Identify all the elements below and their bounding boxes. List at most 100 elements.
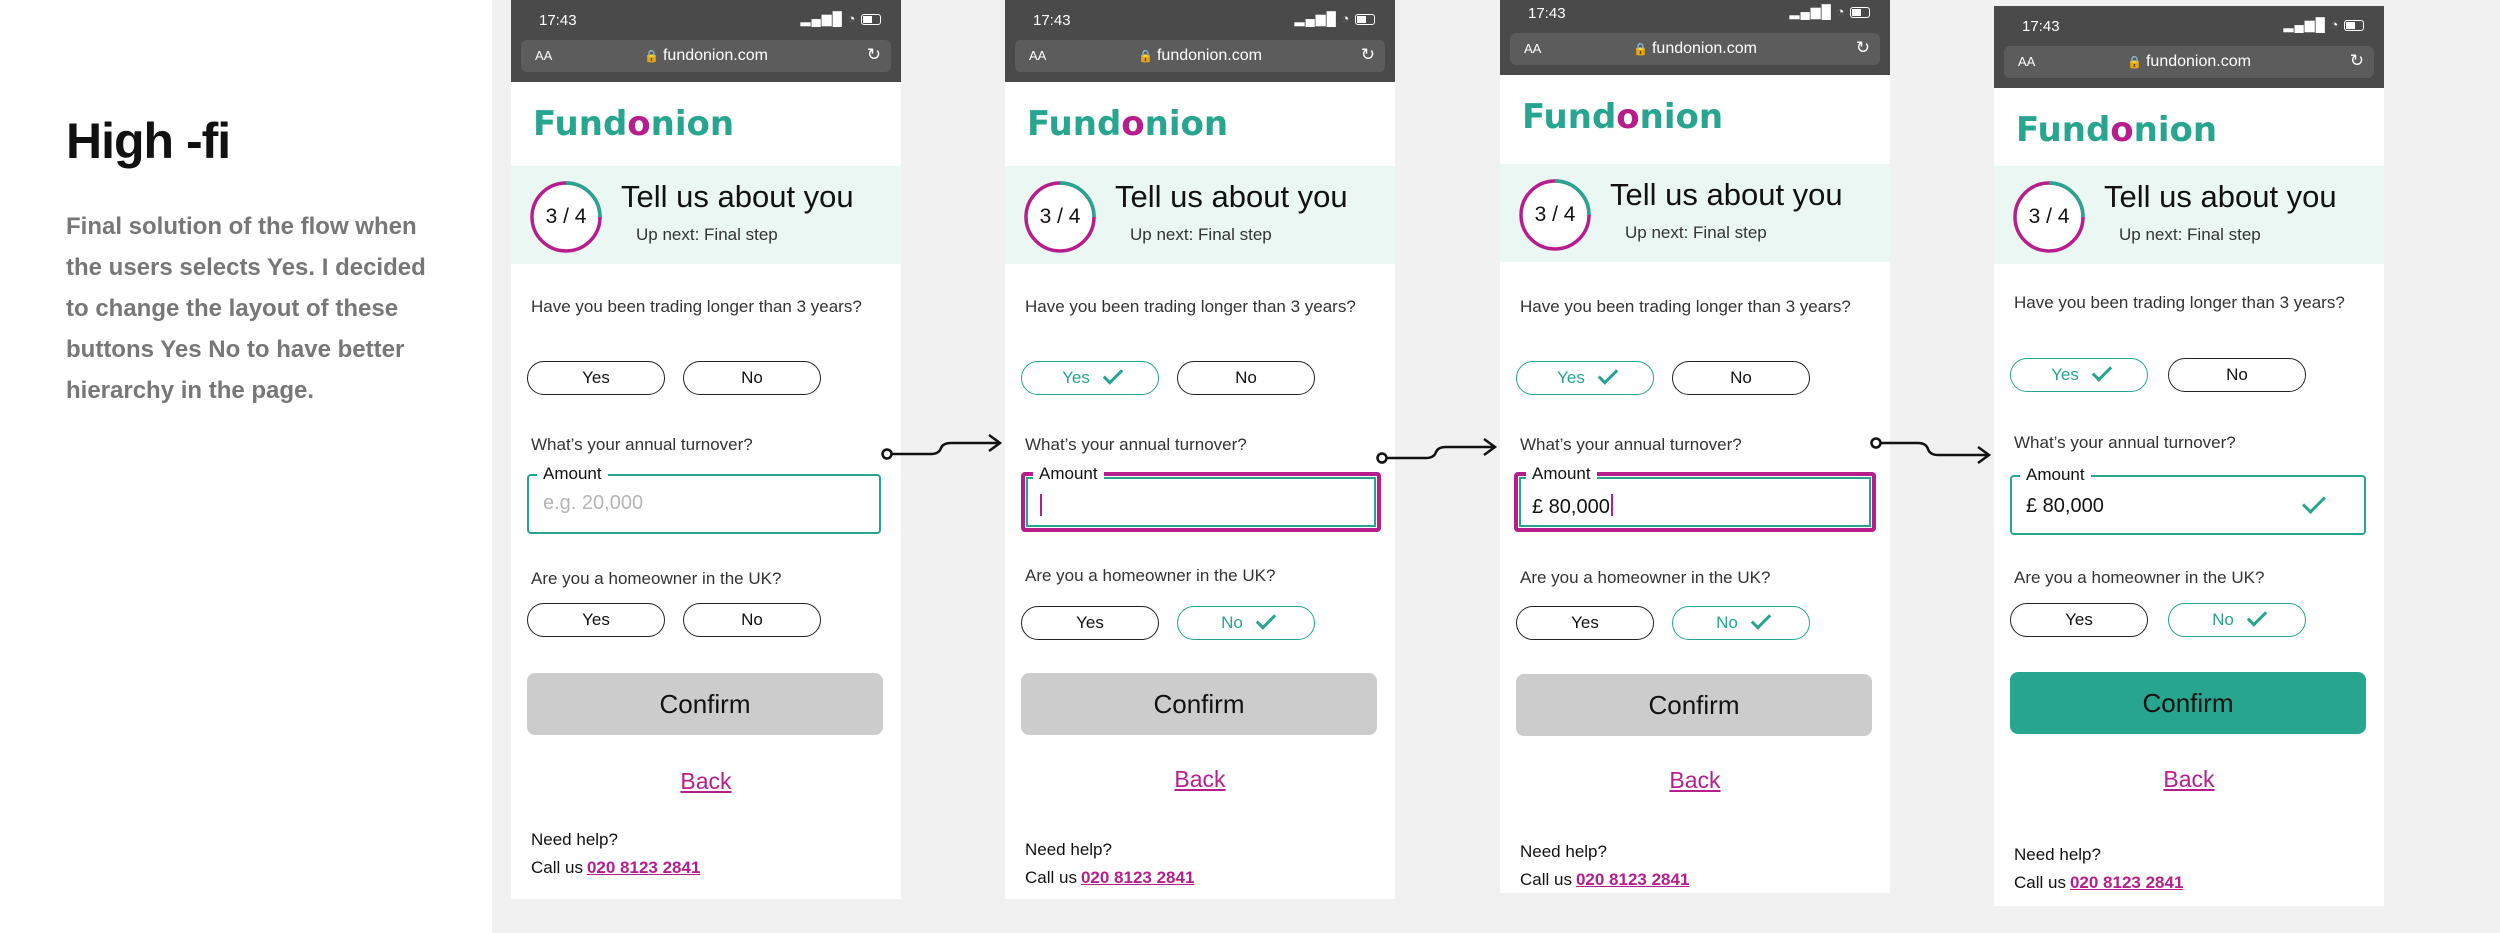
phone-link[interactable]: 020 8123 2841: [2070, 873, 2183, 892]
check-icon: [2091, 361, 2113, 382]
step-progress: 3 / 4 Tell us about you Up next: Final s…: [1994, 166, 2384, 264]
confirm-button[interactable]: Confirm: [2010, 672, 2366, 734]
amount-field[interactable]: Amount £ 80,000: [2010, 465, 2366, 535]
phone-link[interactable]: 020 8123 2841: [587, 858, 700, 877]
phone-link[interactable]: 020 8123 2841: [1576, 870, 1689, 889]
step-count: 3 / 4: [2028, 205, 2070, 228]
need-help-text: Need help?: [1520, 842, 1607, 861]
phone-link[interactable]: 020 8123 2841: [1081, 868, 1194, 887]
back-link[interactable]: Back: [1994, 766, 2384, 793]
help-section: Need help? Call us 020 8123 2841: [1025, 836, 1194, 892]
phone-screen-4: 17:43 ▂▄▆█ ◔ AA 🔒 fundonion.com ↻ Fundoni…: [1994, 6, 2384, 906]
back-link[interactable]: Back: [511, 768, 901, 795]
confirm-button[interactable]: Confirm: [527, 673, 883, 735]
step-next: Up next: Final step: [1625, 223, 1767, 242]
reload-icon[interactable]: ↻: [2350, 51, 2364, 71]
back-link[interactable]: Back: [1500, 767, 1890, 794]
question-turnover: What’s your annual turnover?: [1025, 435, 1247, 454]
call-us-text: Call us: [2014, 873, 2066, 892]
homeowner-no-button[interactable]: No: [683, 603, 821, 637]
trading-yes-button[interactable]: Yes: [1021, 361, 1159, 395]
step-next: Up next: Final step: [1130, 225, 1272, 244]
homeowner-yes-button[interactable]: Yes: [527, 603, 665, 637]
status-time: 17:43: [1033, 12, 1071, 29]
step-title: Tell us about you: [1115, 179, 1348, 214]
reload-icon[interactable]: ↻: [1361, 45, 1375, 65]
browser-chrome: 17:43 ▂▄▆█ ◔ AA 🔒 fundonion.com ↻: [1500, 0, 1890, 75]
call-us-text: Call us: [531, 858, 583, 877]
wifi-icon: ◔: [1341, 11, 1351, 26]
question-turnover: What’s your annual turnover?: [2014, 433, 2236, 452]
amount-label: Amount: [2020, 465, 2091, 485]
step-count: 3 / 4: [1534, 203, 1576, 226]
help-section: Need help? Call us 020 8123 2841: [1520, 838, 1689, 893]
lock-icon: 🔒: [2127, 55, 2142, 69]
wifi-icon: ◔: [847, 11, 857, 26]
status-icons: ▂▄▆█ ◔: [800, 11, 881, 27]
url-text: fundonion.com: [2145, 53, 2251, 70]
amount-label: Amount: [537, 464, 608, 484]
url-bar[interactable]: AA 🔒 fundonion.com ↻: [1510, 33, 1880, 65]
need-help-text: Need help?: [2014, 845, 2101, 864]
amount-field[interactable]: Amount: [1021, 464, 1381, 532]
text-caret: [1040, 494, 1042, 516]
homeowner-no-button[interactable]: No: [1672, 606, 1810, 640]
trading-no-button[interactable]: No: [2168, 358, 2306, 392]
question-trading: Have you been trading longer than 3 year…: [2014, 293, 2345, 312]
fundonion-logo: Fundonion: [533, 104, 735, 144]
check-icon: [1597, 364, 1619, 385]
homeowner-no-button[interactable]: No: [1177, 606, 1315, 640]
amount-field[interactable]: Amount e.g. 20,000: [527, 464, 881, 534]
arrow-icon: [1870, 437, 1992, 465]
question-homeowner: Are you a homeowner in the UK?: [531, 569, 782, 588]
help-section: Need help? Call us 020 8123 2841: [531, 826, 700, 882]
step-progress: 3 / 4 Tell us about you Up next: Final s…: [1500, 164, 1890, 262]
reload-icon[interactable]: ↻: [867, 45, 881, 65]
page-description: Final solution of the flow when the user…: [66, 213, 426, 404]
reload-icon[interactable]: ↻: [1856, 38, 1870, 58]
trading-no-button[interactable]: No: [1177, 361, 1315, 395]
page-title: High -fi: [66, 113, 231, 169]
browser-chrome: 17:43 ▂▄▆█ ◔ AA 🔒 fundonion.com ↻: [511, 0, 901, 82]
check-icon: [1102, 364, 1124, 385]
status-time: 17:43: [539, 12, 577, 29]
step-title: Tell us about you: [1610, 177, 1843, 212]
url-bar[interactable]: AA 🔒 fundonion.com ↻: [1015, 40, 1385, 72]
step-progress: 3 / 4 Tell us about you Up next: Final s…: [511, 166, 901, 264]
homeowner-no-button[interactable]: No: [2168, 603, 2306, 637]
url-text: fundonion.com: [662, 47, 768, 64]
step-next: Up next: Final step: [2119, 225, 2261, 244]
phone-screen-1: 17:43 ▂▄▆█ ◔ AA 🔒 fundonion.com ↻ Fundoni…: [511, 0, 901, 899]
confirm-button[interactable]: Confirm: [1021, 673, 1377, 735]
homeowner-yes-button[interactable]: Yes: [1021, 606, 1159, 640]
question-turnover: What’s your annual turnover?: [1520, 435, 1742, 454]
url-bar[interactable]: AA 🔒 fundonion.com ↻: [2004, 46, 2374, 78]
help-section: Need help? Call us 020 8123 2841: [2014, 841, 2183, 897]
check-icon: [2301, 489, 2327, 515]
url-bar[interactable]: AA 🔒 fundonion.com ↻: [521, 40, 891, 72]
back-link[interactable]: Back: [1005, 766, 1395, 793]
battery-icon: [1850, 7, 1870, 19]
question-homeowner: Are you a homeowner in the UK?: [2014, 568, 2265, 587]
homeowner-yes-button[interactable]: Yes: [1516, 606, 1654, 640]
phone-screen-3: 17:43 ▂▄▆█ ◔ AA 🔒 fundonion.com ↻ Fundoni…: [1500, 0, 1890, 893]
browser-chrome: 17:43 ▂▄▆█ ◔ AA 🔒 fundonion.com ↻: [1994, 6, 2384, 88]
trading-yes-button[interactable]: Yes: [1516, 361, 1654, 395]
call-us-text: Call us: [1025, 868, 1077, 887]
trading-yes-button[interactable]: Yes: [527, 361, 665, 395]
trading-no-button[interactable]: No: [683, 361, 821, 395]
amount-field[interactable]: Amount £ 80,000: [1514, 464, 1876, 532]
call-us-text: Call us: [1520, 870, 1572, 889]
need-help-text: Need help?: [1025, 840, 1112, 859]
lock-icon: 🔒: [644, 49, 659, 63]
check-icon: [1750, 609, 1772, 630]
confirm-button[interactable]: Confirm: [1516, 674, 1872, 736]
question-trading: Have you been trading longer than 3 year…: [1520, 297, 1851, 316]
arrow-icon: [881, 433, 1003, 460]
question-trading: Have you been trading longer than 3 year…: [1025, 297, 1356, 316]
amount-label: Amount: [1033, 464, 1104, 484]
trading-no-button[interactable]: No: [1672, 361, 1810, 395]
homeowner-yes-button[interactable]: Yes: [2010, 603, 2148, 637]
trading-yes-button[interactable]: Yes: [2010, 358, 2148, 392]
signal-icon: ▂▄▆█: [800, 11, 843, 26]
